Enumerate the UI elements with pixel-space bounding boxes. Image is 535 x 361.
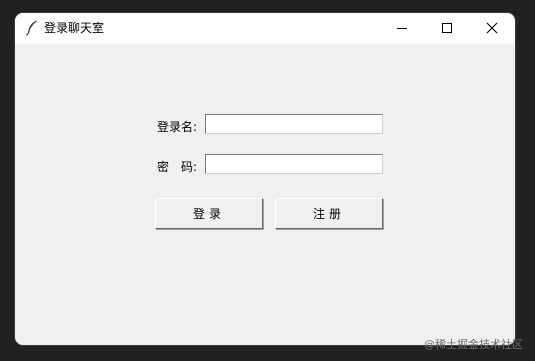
- password-input[interactable]: [205, 154, 383, 174]
- minimize-icon: [397, 28, 407, 29]
- close-button[interactable]: [470, 13, 515, 44]
- title-bar[interactable]: 登录聊天室: [15, 13, 515, 44]
- register-button[interactable]: 注册: [275, 198, 383, 229]
- feather-icon: [25, 20, 39, 36]
- window-title: 登录聊天室: [44, 21, 105, 35]
- login-window: 登录聊天室 登录名: 密 码: 登录 注册: [15, 13, 515, 345]
- username-input[interactable]: [205, 114, 383, 134]
- username-label: 登录名:: [157, 120, 198, 134]
- minimize-button[interactable]: [380, 13, 425, 44]
- password-label: 密 码:: [157, 160, 198, 174]
- watermark: @稀土掘金技术社区: [424, 338, 523, 351]
- close-icon: [486, 22, 498, 34]
- login-button[interactable]: 登录: [155, 198, 263, 229]
- maximize-button[interactable]: [425, 13, 470, 44]
- maximize-icon: [442, 23, 452, 33]
